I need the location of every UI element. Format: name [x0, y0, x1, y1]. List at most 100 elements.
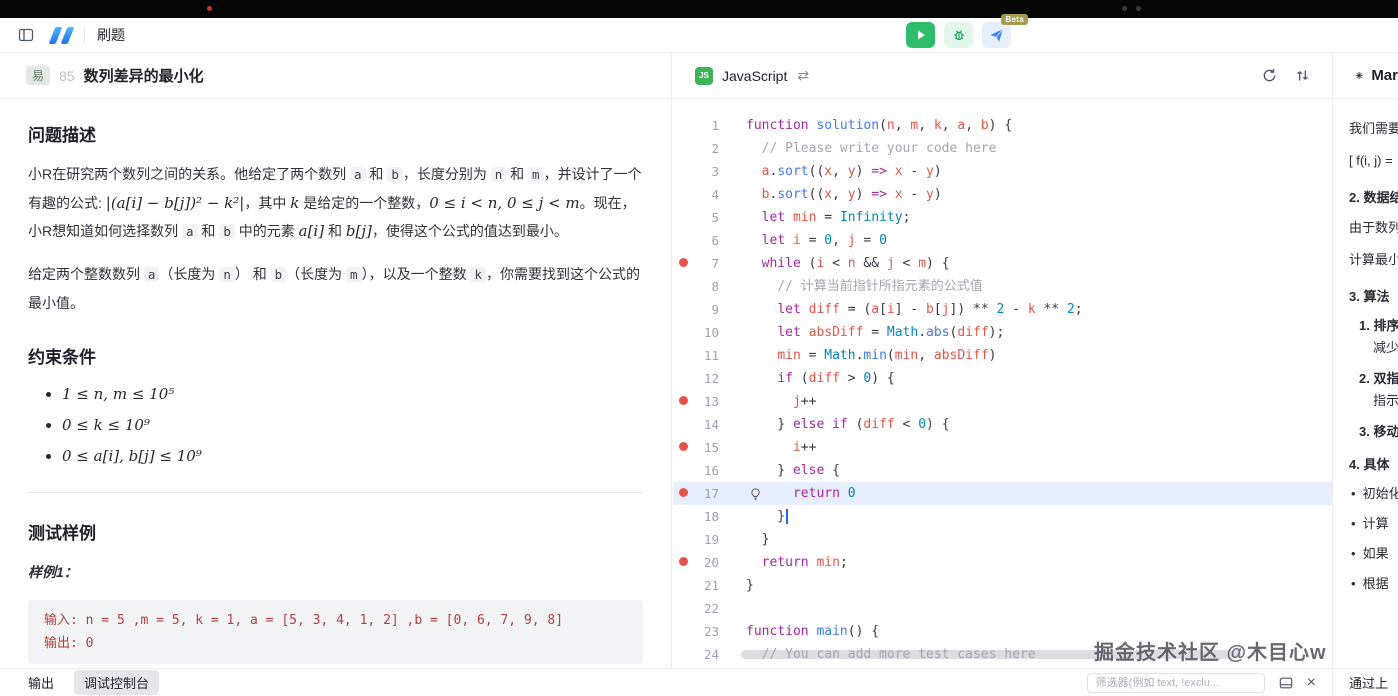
constraint-item: 0 ≤ a[i], b[j] ≤ 10⁹ — [62, 444, 643, 468]
code-line[interactable]: 3 a.sort((x, y) => x - y) — [673, 160, 1332, 183]
assistant-text: 3. 算法 — [1349, 286, 1398, 305]
code-line[interactable]: 8 // 计算当前指针所指元素的公式值 — [673, 275, 1332, 298]
code-line[interactable]: 21} — [673, 574, 1332, 597]
assistant-text: 减少 — [1373, 337, 1398, 359]
paper-plane-icon — [989, 28, 1004, 43]
assistant-text: 1. 排序 — [1359, 315, 1398, 334]
code-text[interactable]: let diff = (a[i] - b[j]) ** 2 - k ** 2; — [719, 298, 1083, 321]
code-line[interactable]: 17 return 0 — [673, 482, 1332, 505]
tab-output[interactable]: 输出 — [28, 673, 54, 692]
code-text[interactable]: let i = 0, j = 0 — [719, 229, 887, 252]
code-text[interactable]: let absDiff = Math.abs(diff); — [719, 321, 1004, 344]
top-strip-dot — [1122, 6, 1127, 11]
line-number: 22 — [693, 597, 719, 620]
console-filter-input[interactable] — [1087, 673, 1265, 693]
inline-code: a — [182, 224, 198, 239]
line-number: 4 — [693, 183, 719, 206]
inline-text: ） 和 — [235, 266, 271, 282]
assistant-text: 3. 移动 — [1359, 421, 1398, 440]
code-line[interactable]: 9 let diff = (a[i] - b[j]) ** 2 - k ** 2… — [673, 298, 1332, 321]
code-text[interactable]: j++ — [719, 390, 816, 413]
code-line[interactable]: 4 b.sort((x, y) => x - y) — [673, 183, 1332, 206]
line-number: 5 — [693, 206, 719, 229]
panel-layout-icon[interactable] — [1279, 676, 1293, 690]
code-text[interactable]: return min; — [719, 551, 848, 574]
ai-footer-text: 通过上 — [1333, 668, 1398, 696]
language-switch-icon[interactable]: ⇄ — [797, 67, 809, 84]
debug-button[interactable] — [944, 22, 973, 48]
browser-top-strip — [0, 0, 1398, 18]
code-line[interactable]: 18 } — [673, 505, 1332, 528]
code-text[interactable]: } else if (diff < 0) { — [719, 413, 950, 436]
code-text[interactable]: function solution(n, m, k, a, b) { — [719, 114, 1012, 137]
inline-text: 和 — [324, 223, 346, 239]
code-text[interactable]: if (diff > 0) { — [719, 367, 895, 390]
code-text[interactable]: i++ — [719, 436, 816, 459]
code-text[interactable]: let min = Infinity; — [719, 206, 910, 229]
editor-actions — [1262, 68, 1310, 83]
code-text[interactable]: // Please write your code here — [719, 137, 996, 160]
line-number: 11 — [693, 344, 719, 367]
breakpoint-dot[interactable] — [673, 482, 693, 505]
line-number: 13 — [693, 390, 719, 413]
app-header: 刷题 Beta — [0, 18, 1398, 53]
code-line[interactable]: 12 if (diff > 0) { — [673, 367, 1332, 390]
code-text[interactable]: return 0 — [719, 482, 856, 505]
code-line[interactable]: 11 min = Math.min(min, absDiff) — [673, 344, 1332, 367]
bullet-marker: • — [1351, 546, 1356, 561]
code-line[interactable]: 1function solution(n, m, k, a, b) { — [673, 114, 1332, 137]
code-line[interactable]: 14 } else if (diff < 0) { — [673, 413, 1332, 436]
assistant-text: 2. 数据结 — [1349, 187, 1398, 206]
diff-compare-icon[interactable] — [1295, 68, 1310, 83]
code-text[interactable]: b.sort((x, y) => x - y) — [719, 183, 942, 206]
code-text[interactable]: } else { — [719, 459, 840, 482]
difficulty-badge: 易 — [26, 66, 50, 85]
line-number: 20 — [693, 551, 719, 574]
problem-titlebar: 易 85 数列差异的最小化 — [0, 53, 671, 99]
code-line[interactable]: 19 } — [673, 528, 1332, 551]
line-number: 17 — [693, 482, 719, 505]
header-divider — [84, 27, 85, 43]
inline-code: n — [219, 267, 235, 282]
breakpoint-dot[interactable] — [673, 436, 693, 459]
close-console-icon[interactable]: × — [1307, 675, 1316, 691]
ai-send-button[interactable]: Beta — [982, 22, 1011, 48]
tab-debug-console[interactable]: 调试控制台 — [74, 670, 159, 695]
inline-text: ，使得这个公式的值达到最小。 — [372, 223, 568, 239]
ai-spark-icon — [1355, 69, 1363, 82]
run-button[interactable] — [906, 22, 935, 48]
top-strip-red-dot — [207, 6, 212, 11]
code-line[interactable]: 13 j++ — [673, 390, 1332, 413]
code-text[interactable]: // 计算当前指针所指元素的公式值 — [719, 275, 983, 298]
inline-code: b — [219, 224, 235, 239]
code-line[interactable]: 22 — [673, 597, 1332, 620]
code-area[interactable]: 1function solution(n, m, k, a, b) {2 // … — [673, 100, 1332, 668]
code-line[interactable]: 10 let absDiff = Math.abs(diff); — [673, 321, 1332, 344]
sample1-label: 样例1： — [28, 558, 643, 586]
code-line[interactable]: 7 while (i < n && j < m) { — [673, 252, 1332, 275]
code-text[interactable]: while (i < n && j < m) { — [719, 252, 950, 275]
code-text[interactable]: a.sort((x, y) => x - y) — [719, 160, 942, 183]
app-title: 刷题 — [97, 25, 125, 45]
code-text[interactable]: } — [719, 505, 788, 528]
beta-badge: Beta — [1001, 14, 1028, 25]
ai-response-content: 我们需要[ f(i, j) =2. 数据结由于数列计算最小3. 算法1. 排序减… — [1333, 99, 1398, 592]
inline-text: 小R在研究两个数列之间的关系。他给定了两个数列 — [28, 166, 350, 182]
inline-text: 和 — [366, 166, 388, 182]
code-text[interactable]: function main() { — [719, 620, 879, 643]
code-line[interactable]: 2 // Please write your code here — [673, 137, 1332, 160]
reset-code-icon[interactable] — [1262, 68, 1277, 83]
breakpoint-dot[interactable] — [673, 390, 693, 413]
code-line[interactable]: 6 let i = 0, j = 0 — [673, 229, 1332, 252]
code-text[interactable]: } — [719, 574, 754, 597]
javascript-icon: JS — [695, 67, 713, 85]
breakpoint-dot[interactable] — [673, 252, 693, 275]
code-text[interactable]: min = Math.min(min, absDiff) — [719, 344, 997, 367]
code-text[interactable]: } — [719, 528, 769, 551]
code-line[interactable]: 15 i++ — [673, 436, 1332, 459]
code-line[interactable]: 16 } else { — [673, 459, 1332, 482]
code-line[interactable]: 5 let min = Infinity; — [673, 206, 1332, 229]
sidebar-toggle-icon[interactable] — [14, 23, 38, 47]
breakpoint-dot[interactable] — [673, 551, 693, 574]
code-line[interactable]: 20 return min; — [673, 551, 1332, 574]
